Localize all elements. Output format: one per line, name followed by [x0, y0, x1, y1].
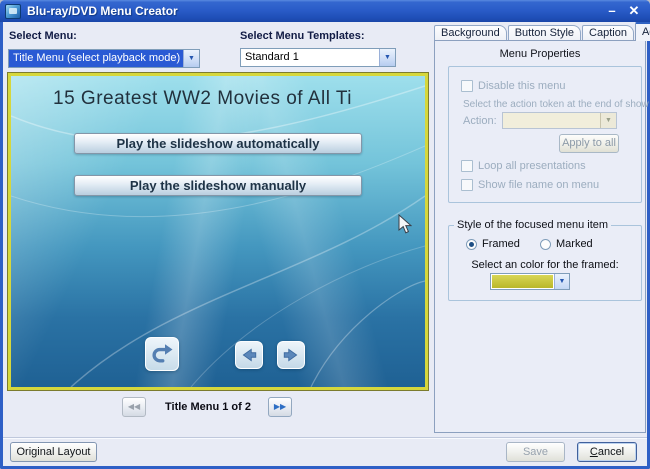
select-menu-label: Select Menu:	[9, 30, 77, 42]
frame-color-label: Select an color for the framed:	[449, 259, 641, 271]
action-select-value	[503, 113, 600, 128]
marked-radio[interactable]	[540, 239, 551, 250]
pager-label: Title Menu 1 of 2	[150, 401, 266, 413]
loop-button[interactable]	[145, 337, 179, 371]
chevron-down-icon[interactable]: ▼	[554, 274, 569, 289]
cancel-button[interactable]: Cancel	[577, 442, 637, 462]
show-filename-checkbox[interactable]	[461, 179, 473, 191]
template-select[interactable]: Standard 1 ▼	[240, 48, 396, 67]
disable-menu-checkbox[interactable]	[461, 80, 473, 92]
tab-caption[interactable]: Caption	[582, 25, 634, 41]
prev-arrow-button[interactable]	[235, 341, 263, 369]
tab-page-advanced: Menu Properties Disable this menu Select…	[434, 40, 646, 433]
close-button[interactable]: ✕	[623, 1, 645, 21]
chevron-down-icon[interactable]: ▼	[379, 49, 395, 66]
loop-icon	[150, 342, 174, 366]
menu-properties-header: Menu Properties	[435, 48, 645, 60]
chevron-down-icon: ▼	[600, 113, 616, 128]
tab-background[interactable]: Background	[434, 25, 507, 41]
menu-title-text: 15 Greatest WW2 Movies of All Ti	[53, 88, 352, 110]
tab-button-style[interactable]: Button Style	[508, 25, 581, 41]
apply-to-all-button[interactable]: Apply to all	[559, 134, 619, 153]
focus-style-legend: Style of the focused menu item	[454, 219, 611, 231]
original-layout-button[interactable]: Original Layout	[10, 442, 97, 462]
framed-radio[interactable]	[466, 239, 477, 250]
minimize-button[interactable]: –	[601, 1, 623, 21]
preview-button-manual[interactable]: Play the slideshow manually	[74, 175, 362, 196]
next-arrow-button[interactable]	[277, 341, 305, 369]
right-arrow-icon	[282, 346, 300, 364]
mouse-cursor	[398, 214, 412, 235]
app-window: Blu-ray/DVD Menu Creator – ✕ Select Menu…	[0, 0, 650, 469]
chevron-down-icon[interactable]: ▼	[183, 50, 199, 67]
app-icon	[5, 4, 21, 19]
action-hint-text: Select the action token at the end of sh…	[463, 99, 649, 110]
loop-presentations-checkbox[interactable]	[461, 160, 473, 172]
left-arrow-icon	[240, 346, 258, 364]
tab-advanced[interactable]: Advanced	[635, 22, 650, 41]
loop-presentations-label: Loop all presentations	[478, 160, 586, 172]
preview-button-auto[interactable]: Play the slideshow automatically	[74, 133, 362, 154]
menu-select-value: Title Menu (select playback mode)	[9, 50, 183, 67]
show-filename-label: Show file name on menu	[478, 179, 599, 191]
menu-properties-group: Disable this menu Select the action toke…	[448, 66, 642, 203]
marked-label: Marked	[556, 238, 593, 250]
tab-bar: Background Button Style Caption Advanced	[434, 24, 650, 41]
menu-preview: 15 Greatest WW2 Movies of All Ti Play th…	[8, 73, 428, 390]
window-title: Blu-ray/DVD Menu Creator	[27, 4, 601, 18]
pager-prev-button[interactable]: ◀◀	[122, 397, 146, 417]
focus-style-group: Style of the focused menu item Framed Ma…	[448, 225, 642, 301]
menu-select[interactable]: Title Menu (select playback mode) ▼	[8, 49, 200, 68]
disable-menu-label: Disable this menu	[478, 80, 565, 92]
frame-color-select[interactable]: ▼	[490, 273, 570, 290]
template-select-value: Standard 1	[241, 49, 379, 66]
footer-divider	[3, 437, 647, 439]
select-templates-label: Select Menu Templates:	[240, 30, 365, 42]
pager-next-button[interactable]: ▶▶	[268, 397, 292, 417]
framed-label: Framed	[482, 238, 520, 250]
background-streaks	[11, 76, 425, 387]
action-label: Action:	[463, 115, 497, 127]
save-button[interactable]: Save	[506, 442, 565, 462]
action-select[interactable]: ▼	[502, 112, 617, 129]
title-bar: Blu-ray/DVD Menu Creator – ✕	[0, 0, 650, 22]
color-swatch	[492, 275, 553, 288]
